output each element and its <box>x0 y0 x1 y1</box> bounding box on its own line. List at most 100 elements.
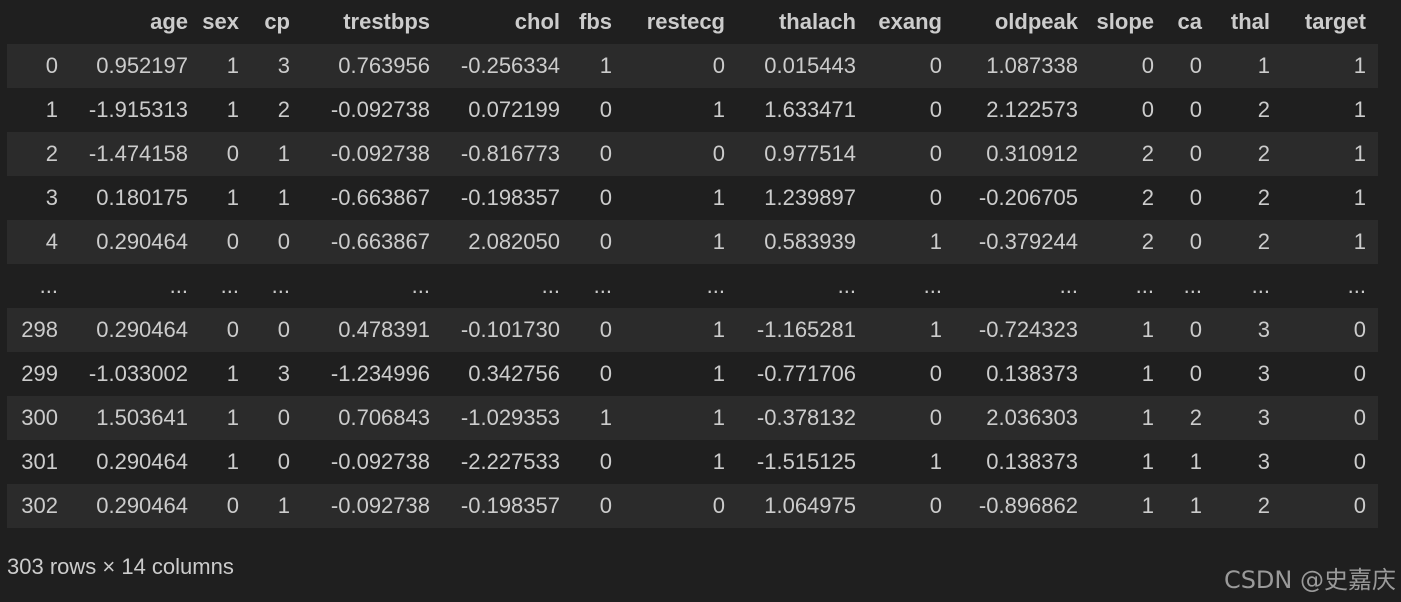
shape-caption: 303 rows × 14 columns <box>7 554 234 579</box>
cell-exang: 1 <box>929 229 942 254</box>
cell-thal: 3 <box>1257 361 1270 386</box>
row-index: 0 <box>45 53 58 78</box>
cell-restecg: 1 <box>712 317 725 342</box>
cell-age: 0.952197 <box>96 53 188 78</box>
table-row: 298 0.290464 0 0 0.478391 -0.101730 0 1 -1.16528… <box>7 308 1378 352</box>
watermark: CSDN @史嘉庆 <box>1223 566 1396 594</box>
table-row: 3 0.180175 1 1 -0.663867 -0.198357 0 1 1.239897 0… <box>7 176 1378 220</box>
header-fbs: fbs <box>579 9 612 34</box>
cell-thalach: 1.633471 <box>764 97 856 122</box>
cell-target: 0 <box>1353 361 1366 386</box>
cell-age: -1.033002 <box>88 361 188 386</box>
cell-age: 0.290464 <box>96 493 188 518</box>
cell-chol: -0.256334 <box>460 53 560 78</box>
cell-target: 1 <box>1353 53 1366 78</box>
cell-age: 0.290464 <box>96 449 188 474</box>
cell-ca: 0 <box>1189 97 1202 122</box>
cell-trestbps: ... <box>411 273 430 298</box>
cell-age: ... <box>169 273 188 298</box>
cell-cp: 1 <box>277 185 290 210</box>
cell-oldpeak: 0.138373 <box>986 449 1078 474</box>
cell-age: 0.290464 <box>96 317 188 342</box>
cell-trestbps: -0.663867 <box>330 185 430 210</box>
cell-thalach: -1.515125 <box>756 449 856 474</box>
cell-thal: ... <box>1251 273 1270 298</box>
cell-oldpeak: 0.138373 <box>986 361 1078 386</box>
cell-slope: 1 <box>1141 405 1154 430</box>
cell-trestbps: 0.478391 <box>338 317 430 342</box>
cell-trestbps: -0.092738 <box>330 493 430 518</box>
cell-sex: 1 <box>226 361 239 386</box>
cell-target: 0 <box>1353 405 1366 430</box>
header-cp: cp <box>264 9 290 34</box>
cell-exang: 1 <box>929 449 942 474</box>
cell-target: 1 <box>1353 97 1366 122</box>
cell-trestbps: -1.234996 <box>330 361 430 386</box>
table-row: 301 0.290464 1 0 -0.092738 -2.227533 0 1 -1.5151… <box>7 440 1378 484</box>
cell-age: 1.503641 <box>96 405 188 430</box>
header-target: target <box>1304 9 1366 34</box>
cell-restecg: 1 <box>712 229 725 254</box>
cell-chol: ... <box>541 273 560 298</box>
cell-chol: -0.198357 <box>460 185 560 210</box>
cell-exang: 0 <box>929 405 942 430</box>
cell-cp: 0 <box>277 317 290 342</box>
cell-thal: 1 <box>1257 53 1270 78</box>
cell-thalach: -0.771706 <box>756 361 856 386</box>
cell-thalach: ... <box>837 273 856 298</box>
cell-sex: 1 <box>226 185 239 210</box>
header-restecg: restecg <box>646 9 725 34</box>
header-slope: slope <box>1096 9 1154 34</box>
cell-sex: 0 <box>226 317 239 342</box>
cell-trestbps: -0.092738 <box>330 141 430 166</box>
cell-thal: 2 <box>1257 185 1270 210</box>
cell-exang: 1 <box>929 317 942 342</box>
cell-oldpeak: -0.724323 <box>978 317 1078 342</box>
cell-restecg: 0 <box>712 141 725 166</box>
cell-slope: 1 <box>1141 317 1154 342</box>
row-index: 302 <box>21 493 58 518</box>
table-row: 0 0.952197 1 3 0.763956 -0.256334 1 0 0.015443 0 1… <box>7 44 1378 88</box>
cell-cp: ... <box>271 273 290 298</box>
row-index: 298 <box>21 317 58 342</box>
cell-slope: 2 <box>1141 141 1154 166</box>
cell-restecg: 1 <box>712 361 725 386</box>
cell-age: -1.474158 <box>88 141 188 166</box>
header-sex: sex <box>202 9 239 34</box>
cell-exang: 0 <box>929 53 942 78</box>
header-ca: ca <box>1177 9 1202 34</box>
cell-age: 0.180175 <box>96 185 188 210</box>
dataframe-table: age sex cp trestbps chol fbs restecg tha… <box>7 0 1378 528</box>
row-index: 3 <box>45 185 58 210</box>
cell-slope: 1 <box>1141 493 1154 518</box>
row-index: 4 <box>45 229 58 254</box>
cell-target: 1 <box>1353 185 1366 210</box>
cell-ca: 1 <box>1189 449 1202 474</box>
cell-target: ... <box>1347 273 1366 298</box>
cell-restecg: 1 <box>712 449 725 474</box>
cell-ca: 0 <box>1189 229 1202 254</box>
header-index <box>7 0 70 44</box>
cell-oldpeak: 2.036303 <box>986 405 1078 430</box>
cell-exang: 0 <box>929 141 942 166</box>
cell-thalach: -0.378132 <box>756 405 856 430</box>
cell-exang: 0 <box>929 97 942 122</box>
cell-ca: 0 <box>1189 53 1202 78</box>
cell-trestbps: -0.092738 <box>330 97 430 122</box>
cell-chol: -0.101730 <box>460 317 560 342</box>
table-row: 4 0.290464 0 0 -0.663867 2.082050 0 1 0.583939 1 -… <box>7 220 1378 264</box>
header-thal: thal <box>1230 9 1270 34</box>
cell-chol: -0.198357 <box>460 493 560 518</box>
cell-cp: 0 <box>277 405 290 430</box>
cell-sex: 1 <box>226 53 239 78</box>
cell-ca: 0 <box>1189 141 1202 166</box>
cell-slope: 1 <box>1141 361 1154 386</box>
cell-cp: 2 <box>277 97 290 122</box>
row-index: 300 <box>21 405 58 430</box>
cell-exang: 0 <box>929 493 942 518</box>
cell-age: 0.290464 <box>96 229 188 254</box>
cell-ca: 0 <box>1189 361 1202 386</box>
table-row: 300 1.503641 1 0 0.706843 -1.029353 1 1 -0.37813… <box>7 396 1378 440</box>
cell-ca: ... <box>1183 273 1202 298</box>
header-row: age sex cp trestbps chol fbs restecg tha… <box>7 0 1378 44</box>
